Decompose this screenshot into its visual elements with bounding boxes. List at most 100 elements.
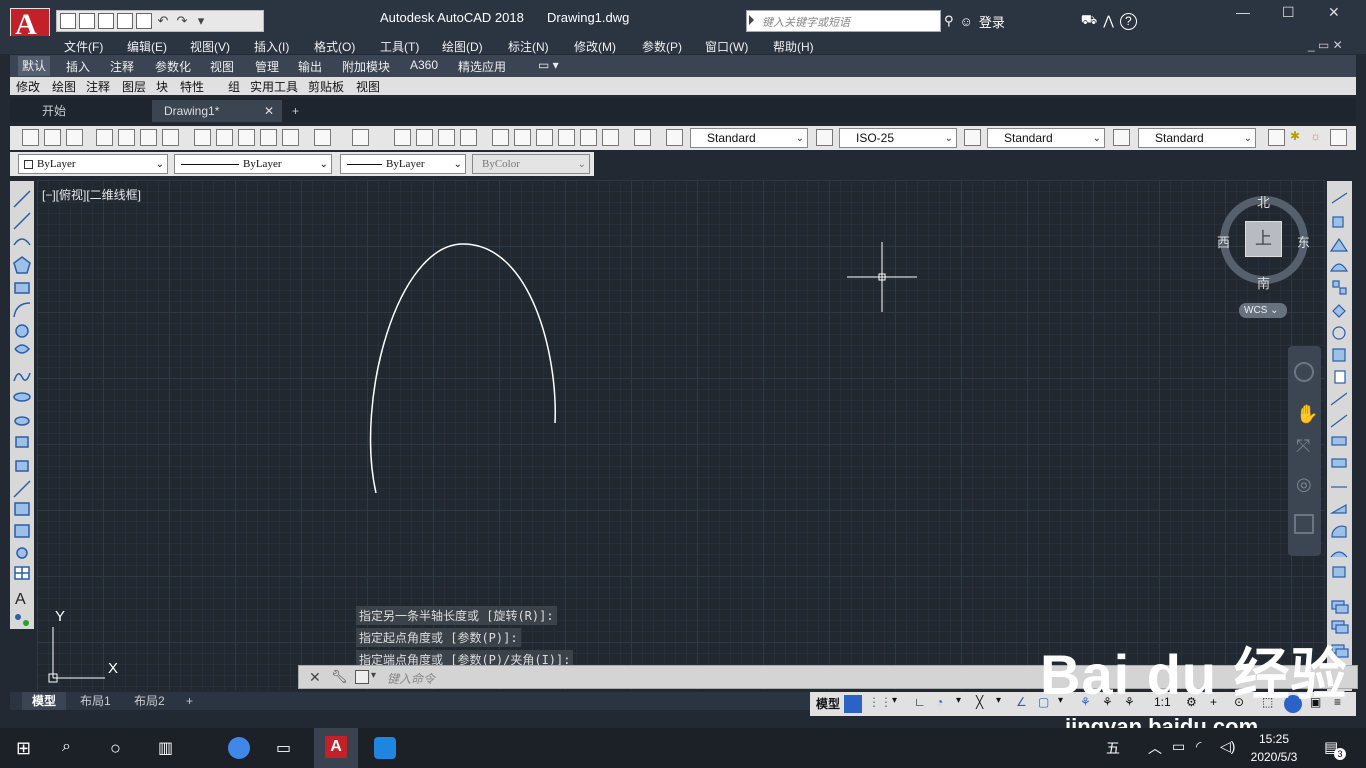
markup-icon[interactable]: [580, 129, 597, 146]
panel-annotate[interactable]: 注释: [86, 78, 110, 95]
menu-parametric[interactable]: 参数(P): [642, 38, 682, 55]
chevron-down-icon[interactable]: ▾: [371, 670, 376, 681]
object-snap-tracking-icon[interactable]: ∠: [1016, 695, 1027, 709]
publish-icon[interactable]: [140, 129, 157, 146]
search-icon[interactable]: ⌕: [62, 738, 71, 756]
tab-manage[interactable]: 管理: [255, 58, 279, 75]
layer-icon[interactable]: [1330, 129, 1347, 146]
zoom-window-icon[interactable]: [438, 129, 455, 146]
tray-chevron-icon[interactable]: ︿: [1148, 738, 1162, 758]
new-icon[interactable]: [60, 13, 76, 29]
ribbon-toggle-icon[interactable]: ▭ ▾: [538, 58, 559, 72]
zoom-previous-icon[interactable]: [460, 129, 477, 146]
help-icon[interactable]: ?: [1119, 12, 1137, 30]
panel-draw[interactable]: 绘图: [52, 78, 76, 95]
lineweight-select[interactable]: ByLayer ⌄: [340, 154, 466, 174]
new-tab-button[interactable]: +: [286, 100, 305, 122]
panel-block[interactable]: 块: [156, 78, 168, 95]
tab-layout1[interactable]: 布局1: [70, 692, 121, 710]
command-prompt-icon[interactable]: [355, 670, 369, 684]
draw-tool-icons[interactable]: A: [10, 181, 34, 629]
login-button[interactable]: 登录: [979, 12, 1005, 31]
dim-style-select[interactable]: ISO-25 ⌄: [839, 128, 957, 148]
chevron-down-icon[interactable]: ▾: [892, 695, 897, 706]
cart-icon[interactable]: ⛟: [1081, 12, 1097, 30]
app-icon[interactable]: [228, 737, 250, 759]
ortho-icon[interactable]: ∟: [914, 695, 926, 709]
menu-view[interactable]: 视图(V): [190, 38, 230, 55]
exchange-icon[interactable]: ⋀: [1103, 13, 1114, 29]
compass-west[interactable]: 西: [1217, 232, 1230, 251]
wcs-menu[interactable]: WCS ⌄: [1239, 303, 1287, 318]
menu-edit[interactable]: 编辑(E): [127, 38, 167, 55]
add-layout-button[interactable]: +: [180, 692, 199, 710]
panel-modify[interactable]: 修改: [16, 78, 40, 95]
customize-icon[interactable]: ▾: [193, 13, 209, 29]
user-icon[interactable]: ☺: [960, 14, 973, 29]
compass-south[interactable]: 南: [1257, 273, 1270, 292]
undo-icon[interactable]: ↶: [155, 13, 171, 29]
paste-icon[interactable]: [238, 129, 255, 146]
mleader-style-select[interactable]: Standard ⌄: [1138, 128, 1256, 148]
clock-date[interactable]: 2020/5/3: [1248, 750, 1300, 764]
3dprint-icon[interactable]: [162, 129, 179, 146]
layer-select[interactable]: ByLayer ⌄: [18, 154, 168, 174]
showmotion-icon[interactable]: [1294, 514, 1314, 534]
panel-group[interactable]: 组: [228, 78, 240, 95]
panel-utilities[interactable]: 实用工具: [250, 78, 298, 95]
compass-north[interactable]: 北: [1257, 192, 1270, 211]
cortana-icon[interactable]: ○: [110, 738, 121, 759]
tab-featured[interactable]: 精选应用: [458, 58, 506, 75]
minimize-button[interactable]: —: [1236, 4, 1250, 20]
menu-draw[interactable]: 绘图(D): [442, 38, 483, 55]
explorer-icon[interactable]: ▭: [276, 738, 291, 758]
isodraft-icon[interactable]: ╳: [976, 695, 983, 709]
close-tab-icon[interactable]: ✕: [264, 100, 274, 122]
viewcube-top-face[interactable]: 上: [1245, 221, 1282, 257]
tab-addins[interactable]: 附加模块: [342, 58, 390, 75]
tab-output[interactable]: 输出: [298, 58, 322, 75]
expand-icon[interactable]: [749, 15, 754, 25]
pan-icon[interactable]: [394, 129, 411, 146]
autocad-taskbar-button[interactable]: A: [314, 728, 358, 768]
chevron-down-icon[interactable]: ▾: [956, 695, 961, 706]
grid-icon[interactable]: [844, 695, 862, 713]
help-icon[interactable]: [634, 129, 651, 146]
tool-palettes-icon[interactable]: [536, 129, 553, 146]
panel-view[interactable]: 视图: [356, 78, 380, 95]
open-icon[interactable]: [79, 13, 95, 29]
sun-icon[interactable]: ☼: [1310, 129, 1327, 146]
menu-insert[interactable]: 插入(I): [254, 38, 289, 55]
layer-properties-icon[interactable]: [1268, 129, 1285, 146]
text-style-select[interactable]: Standard ⌄: [690, 128, 808, 148]
panel-properties[interactable]: 特性: [180, 78, 204, 95]
zoom-icon[interactable]: ⤧: [1296, 436, 1310, 457]
compass-east[interactable]: 东: [1297, 232, 1310, 251]
network-icon[interactable]: ▭: [1172, 738, 1185, 755]
polar-icon[interactable]: ◔: [936, 695, 943, 709]
menu-modify[interactable]: 修改(M): [574, 38, 616, 55]
chevron-down-icon[interactable]: ▾: [996, 695, 1001, 706]
tab-insert[interactable]: 插入: [66, 58, 90, 75]
search-input[interactable]: 键入关键字或短语: [746, 10, 941, 32]
menu-file[interactable]: 文件(F): [64, 38, 103, 55]
wifi-icon[interactable]: ◜: [1196, 738, 1201, 755]
task-view-icon[interactable]: ▥: [158, 738, 173, 758]
zoom-realtime-icon[interactable]: [416, 129, 433, 146]
table-style-select[interactable]: Standard ⌄: [987, 128, 1105, 148]
tab-default[interactable]: 默认: [18, 56, 51, 76]
panel-layers[interactable]: 图层: [122, 78, 146, 95]
mleader-style-icon[interactable]: [1113, 129, 1130, 146]
wrench-icon[interactable]: 🔧︎: [331, 669, 348, 685]
snap-icon[interactable]: ⋮⋮: [868, 695, 892, 709]
save-icon[interactable]: [98, 13, 114, 29]
tab-view[interactable]: 视图: [210, 58, 234, 75]
text-style-icon[interactable]: [666, 129, 683, 146]
tab-model[interactable]: 模型: [22, 692, 67, 710]
modify-tool-icons[interactable]: [1327, 181, 1352, 691]
model-space-button[interactable]: 模型: [816, 695, 840, 712]
steering-wheel-icon[interactable]: [1294, 362, 1314, 382]
close-icon[interactable]: ✕: [309, 669, 321, 686]
linetype-select[interactable]: ByLayer ⌄: [174, 154, 332, 174]
copy-icon[interactable]: [216, 129, 233, 146]
